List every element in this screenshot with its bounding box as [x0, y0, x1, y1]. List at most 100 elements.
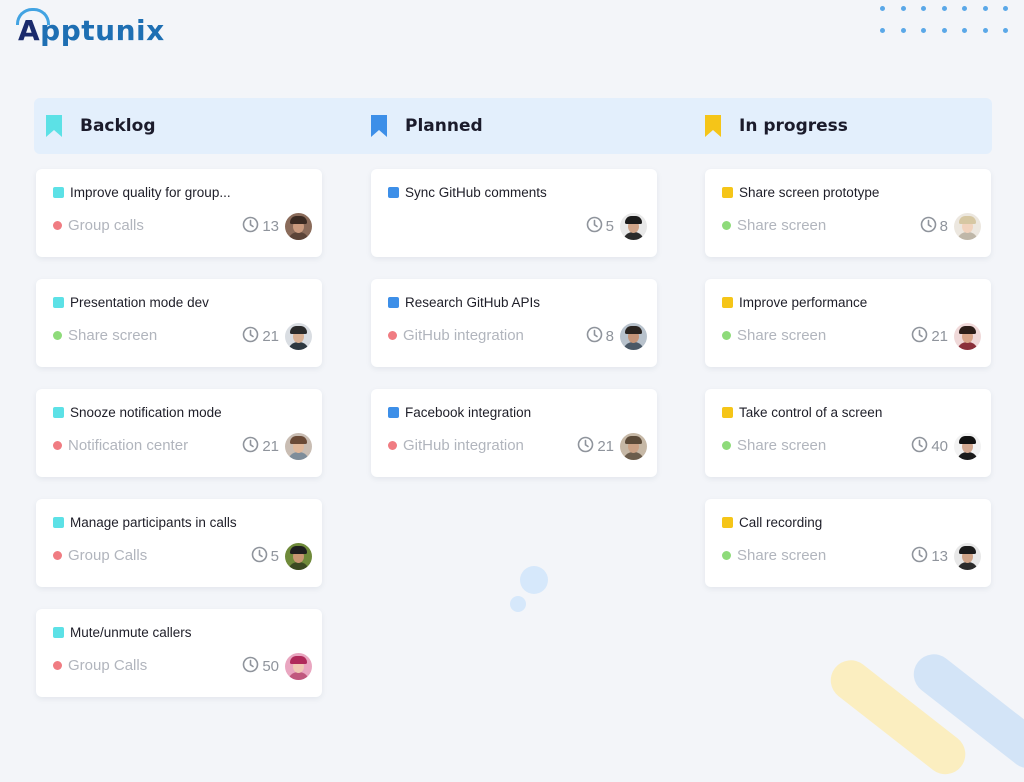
task-card[interactable]: Take control of a screen Share screen 40 [705, 389, 991, 477]
task-title: Share screen prototype [739, 185, 880, 200]
task-tag-label: Group Calls [68, 657, 148, 674]
task-card[interactable]: Manage participants in calls Group Calls 5 [36, 499, 322, 587]
task-tag-label: Group Calls [68, 547, 148, 564]
assignee-avatar[interactable] [285, 653, 312, 680]
task-time-count: 13 [262, 218, 279, 235]
task-status-square-icon [722, 517, 733, 528]
tag-dot-icon [53, 551, 62, 560]
tag-dot-icon [388, 441, 397, 450]
task-tag[interactable]: Share screen [53, 327, 157, 344]
task-title-row: Sync GitHub comments [388, 185, 547, 200]
clock-icon [586, 216, 603, 237]
task-time-count: 8 [605, 328, 614, 345]
decorative-dot [941, 6, 947, 11]
clock-icon [911, 546, 928, 567]
decorative-dot [1003, 6, 1008, 11]
task-tag-label: Share screen [737, 437, 827, 454]
task-tag[interactable]: Share screen [722, 547, 826, 564]
task-status-square-icon [53, 297, 64, 308]
assignee-avatar[interactable] [954, 433, 981, 460]
task-card[interactable]: Sync GitHub comments 5 [371, 169, 657, 257]
column-title: In progress [739, 116, 848, 136]
task-card[interactable]: Presentation mode dev Share screen 21 [36, 279, 322, 367]
task-tag[interactable]: Share screen [722, 217, 826, 234]
decorative-dot [1003, 28, 1008, 33]
task-title-row: Improve quality for group... [53, 185, 231, 200]
task-meta: 21 [911, 323, 981, 350]
assignee-avatar[interactable] [285, 323, 312, 350]
apptunix-logo[interactable]: Apptunix [15, 8, 165, 47]
clock-icon [251, 546, 268, 567]
task-title-row: Manage participants in calls [53, 515, 237, 530]
task-card[interactable]: Improve performance Share screen 21 [705, 279, 991, 367]
task-meta: 40 [911, 433, 981, 460]
column-header-planned[interactable]: Planned [371, 112, 483, 140]
bookmark-icon [46, 115, 62, 137]
task-tag-label: GitHub integration [403, 327, 524, 344]
tag-dot-icon [53, 221, 62, 230]
assignee-avatar[interactable] [954, 323, 981, 350]
decorative-dot [900, 28, 906, 33]
task-tag-label: Share screen [737, 327, 827, 344]
bookmark-icon [705, 115, 721, 137]
task-card[interactable]: Mute/unmute callers Group Calls 50 [36, 609, 322, 697]
clock-icon [242, 436, 259, 457]
task-tag-label: Share screen [737, 217, 827, 234]
assignee-avatar[interactable] [620, 213, 647, 240]
task-status-square-icon [53, 627, 64, 638]
task-tag[interactable]: GitHub integration [388, 437, 524, 454]
assignee-avatar[interactable] [954, 213, 981, 240]
task-title: Facebook integration [405, 405, 532, 420]
task-title-row: Share screen prototype [722, 185, 879, 200]
task-tag[interactable]: GitHub integration [388, 327, 524, 344]
task-title-row: Research GitHub APIs [388, 295, 540, 310]
task-tag[interactable]: Group calls [53, 217, 144, 234]
assignee-avatar[interactable] [285, 543, 312, 570]
task-meta: 13 [911, 543, 981, 570]
task-meta: 21 [242, 323, 312, 350]
assignee-avatar[interactable] [285, 213, 312, 240]
task-time-count: 21 [931, 328, 948, 345]
decorative-dot [921, 28, 926, 33]
clock-icon [911, 436, 928, 457]
decorative-dot-grid [880, 6, 1020, 40]
task-title: Mute/unmute callers [70, 625, 192, 640]
tag-dot-icon [53, 331, 62, 340]
task-title-row: Presentation mode dev [53, 295, 209, 310]
task-card[interactable]: Facebook integration GitHub integration 21 [371, 389, 657, 477]
clock-icon [920, 216, 937, 237]
assignee-avatar[interactable] [954, 543, 981, 570]
assignee-avatar[interactable] [285, 433, 312, 460]
task-title-row: Facebook integration [388, 405, 531, 420]
task-status-square-icon [722, 407, 733, 418]
task-card[interactable]: Snooze notification mode Notification cen… [36, 389, 322, 477]
task-title: Take control of a screen [739, 405, 883, 420]
assignee-avatar[interactable] [620, 323, 647, 350]
task-title: Improve performance [739, 295, 868, 310]
tag-dot-icon [722, 441, 731, 450]
task-title: Call recording [739, 515, 823, 530]
task-tag-label: Share screen [68, 327, 158, 344]
column-header-in-progress[interactable]: In progress [705, 112, 848, 140]
clock-icon [586, 326, 603, 347]
task-tag[interactable]: Group Calls [53, 657, 147, 674]
column-header-backlog[interactable]: Backlog [46, 112, 156, 140]
task-meta: 13 [242, 213, 312, 240]
task-tag-label: Notification center [68, 437, 189, 454]
clock-icon [577, 436, 594, 457]
task-card[interactable]: Improve quality for group... Group calls 1… [36, 169, 322, 257]
task-tag[interactable]: Group Calls [53, 547, 147, 564]
clock-icon [242, 216, 259, 237]
task-meta: 5 [586, 213, 647, 240]
task-tag[interactable]: Share screen [722, 437, 826, 454]
tag-dot-icon [722, 331, 731, 340]
decorative-dot [962, 6, 967, 11]
task-tag[interactable]: Notification center [53, 437, 188, 454]
task-meta: 21 [577, 433, 647, 460]
task-time-count: 5 [270, 548, 279, 565]
assignee-avatar[interactable] [620, 433, 647, 460]
task-tag[interactable]: Share screen [722, 327, 826, 344]
task-card[interactable]: Share screen prototype Share screen 8 [705, 169, 991, 257]
task-card[interactable]: Research GitHub APIs GitHub integration 8 [371, 279, 657, 367]
task-card[interactable]: Call recording Share screen 13 [705, 499, 991, 587]
